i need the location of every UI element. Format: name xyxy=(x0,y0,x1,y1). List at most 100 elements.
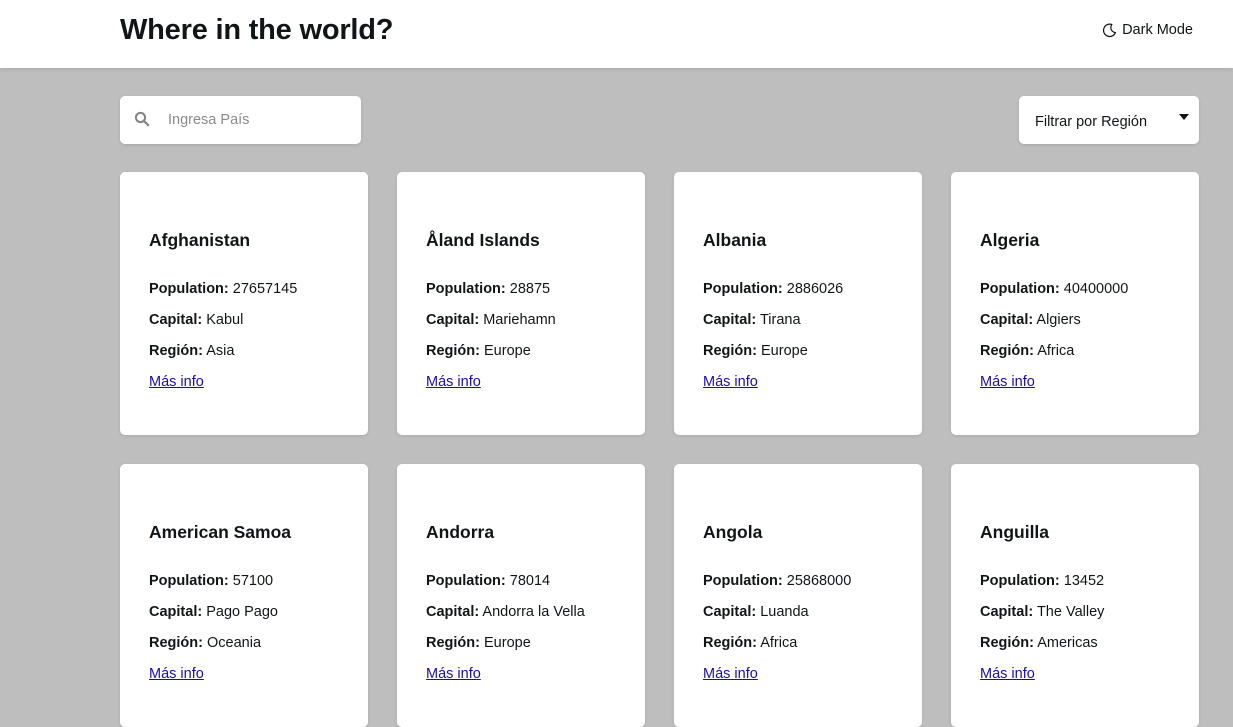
country-name: Åland Islands xyxy=(426,230,540,250)
country-region-label: Región: xyxy=(149,635,203,651)
country-population: Population: 28875 xyxy=(426,281,550,297)
country-capital-label: Capital: xyxy=(703,312,757,328)
search-input[interactable] xyxy=(168,108,348,132)
country-region: Región: Asia xyxy=(149,343,234,359)
country-capital-label: Capital: xyxy=(149,312,203,328)
country-population: Population: 13452 xyxy=(980,573,1104,589)
region-filter-select[interactable]: Filtrar por Región xyxy=(1019,96,1199,144)
country-capital-value: Mariehamn xyxy=(483,312,556,328)
country-region-label: Región: xyxy=(980,343,1034,359)
country-population-label: Population: xyxy=(980,281,1060,297)
country-population-value: 25868000 xyxy=(786,573,852,589)
country-card[interactable]: American Samoa Population: 57100 Capital: … xyxy=(120,464,368,727)
country-capital-value: Pago Pago xyxy=(206,604,278,620)
search-box xyxy=(120,96,361,144)
country-capital: Capital: Kabul xyxy=(149,312,243,328)
country-name: Andorra xyxy=(426,522,495,542)
country-region-label: Región: xyxy=(703,635,757,651)
dark-mode-label: Dark Mode xyxy=(1122,22,1193,38)
country-region-value: Europe xyxy=(484,635,531,651)
more-info-link[interactable]: Más info xyxy=(149,374,204,390)
country-region: Región: Europe xyxy=(426,343,531,359)
country-population: Population: 25868000 xyxy=(703,573,851,589)
country-region: Región: Africa xyxy=(980,343,1074,359)
country-population: Population: 2886026 xyxy=(703,281,843,297)
country-population: Population: 78014 xyxy=(426,573,550,589)
country-population-value: 13452 xyxy=(1063,573,1105,589)
more-info-link[interactable]: Más info xyxy=(426,374,481,390)
country-card[interactable]: Algeria Population: 40400000 Capital: Algi… xyxy=(951,172,1199,435)
more-info-link[interactable]: Más info xyxy=(980,374,1035,390)
more-info-link[interactable]: Más info xyxy=(149,666,204,682)
country-capital-label: Capital: xyxy=(149,604,203,620)
country-region-value: Americas xyxy=(1037,635,1098,651)
country-region-label: Región: xyxy=(980,635,1034,651)
country-population-value: 40400000 xyxy=(1063,281,1129,297)
country-capital: Capital: Mariehamn xyxy=(426,312,556,328)
search-icon xyxy=(134,111,150,127)
country-region-label: Región: xyxy=(703,343,757,359)
country-population-label: Population: xyxy=(703,281,783,297)
country-population: Population: 27657145 xyxy=(149,281,297,297)
country-region-label: Región: xyxy=(426,343,480,359)
country-population-value: 78014 xyxy=(509,573,551,589)
region-filter-label: Filtrar por Región xyxy=(1035,114,1148,130)
country-card[interactable]: Anguilla Population: 13452 Capital: The Va… xyxy=(951,464,1199,727)
country-region: Región: Africa xyxy=(703,635,797,651)
country-region-value: Europe xyxy=(484,343,531,359)
country-name: Algeria xyxy=(980,230,1040,250)
country-card[interactable]: Afghanistan Population: 27657145 Capital: … xyxy=(120,172,368,435)
dark-mode-toggle[interactable]: Dark Mode xyxy=(1102,22,1193,38)
country-capital-value: Andorra la Vella xyxy=(482,604,585,620)
country-region-label: Región: xyxy=(426,635,480,651)
country-region: Región: Europe xyxy=(703,343,808,359)
country-name: Angola xyxy=(703,522,763,542)
country-capital-value: The Valley xyxy=(1036,604,1105,620)
country-region: Región: Americas xyxy=(980,635,1098,651)
country-population-label: Population: xyxy=(426,573,506,589)
more-info-link[interactable]: Más info xyxy=(703,666,758,682)
more-info-link[interactable]: Más info xyxy=(980,666,1035,682)
caret-down-icon xyxy=(1179,114,1189,120)
country-capital: Capital: Pago Pago xyxy=(149,604,278,620)
country-region-value: Asia xyxy=(206,343,235,359)
top-header: Where in the world? Dark Mode xyxy=(0,0,1233,68)
country-region-value: Oceania xyxy=(207,635,262,651)
country-card[interactable]: Angola Population: 25868000 Capital: Luand… xyxy=(674,464,922,727)
country-region-value: Europe xyxy=(761,343,808,359)
country-capital-label: Capital: xyxy=(426,604,480,620)
country-region-value: Africa xyxy=(1037,343,1075,359)
country-region-value: Africa xyxy=(760,635,798,651)
country-capital-label: Capital: xyxy=(703,604,757,620)
country-region: Región: Europe xyxy=(426,635,531,651)
country-capital: Capital: Andorra la Vella xyxy=(426,604,585,620)
country-population-value: 28875 xyxy=(509,281,551,297)
country-name: Anguilla xyxy=(980,522,1050,542)
country-capital-value: Tirana xyxy=(759,312,801,328)
country-population-label: Population: xyxy=(980,573,1060,589)
more-info-link[interactable]: Más info xyxy=(703,374,758,390)
country-name: Albania xyxy=(703,230,767,250)
country-population: Population: 40400000 xyxy=(980,281,1128,297)
country-region-label: Región: xyxy=(149,343,203,359)
country-name: American Samoa xyxy=(149,522,292,542)
country-population-value: 57100 xyxy=(232,573,274,589)
more-info-link[interactable]: Más info xyxy=(426,666,481,682)
country-capital: Capital: Tirana xyxy=(703,312,801,328)
country-card[interactable]: Albania Population: 2886026 Capital: Tiran… xyxy=(674,172,922,435)
page-title: Where in the world? xyxy=(120,14,394,46)
country-population-label: Population: xyxy=(426,281,506,297)
country-card[interactable]: Andorra Population: 78014 Capital: Andorra… xyxy=(397,464,645,727)
country-capital-value: Algiers xyxy=(1036,312,1081,328)
country-capital: Capital: Luanda xyxy=(703,604,809,620)
country-capital: Capital: Algiers xyxy=(980,312,1081,328)
country-card[interactable]: Åland Islands Population: 28875 Capital: M… xyxy=(397,172,645,435)
country-capital-value: Luanda xyxy=(760,604,809,620)
country-name: Afghanistan xyxy=(149,230,251,250)
country-population-label: Population: xyxy=(703,573,783,589)
country-capital-label: Capital: xyxy=(426,312,480,328)
country-population-label: Population: xyxy=(149,573,229,589)
country-population-label: Population: xyxy=(149,281,229,297)
country-capital-label: Capital: xyxy=(980,312,1034,328)
country-population-value: 27657145 xyxy=(232,281,298,297)
